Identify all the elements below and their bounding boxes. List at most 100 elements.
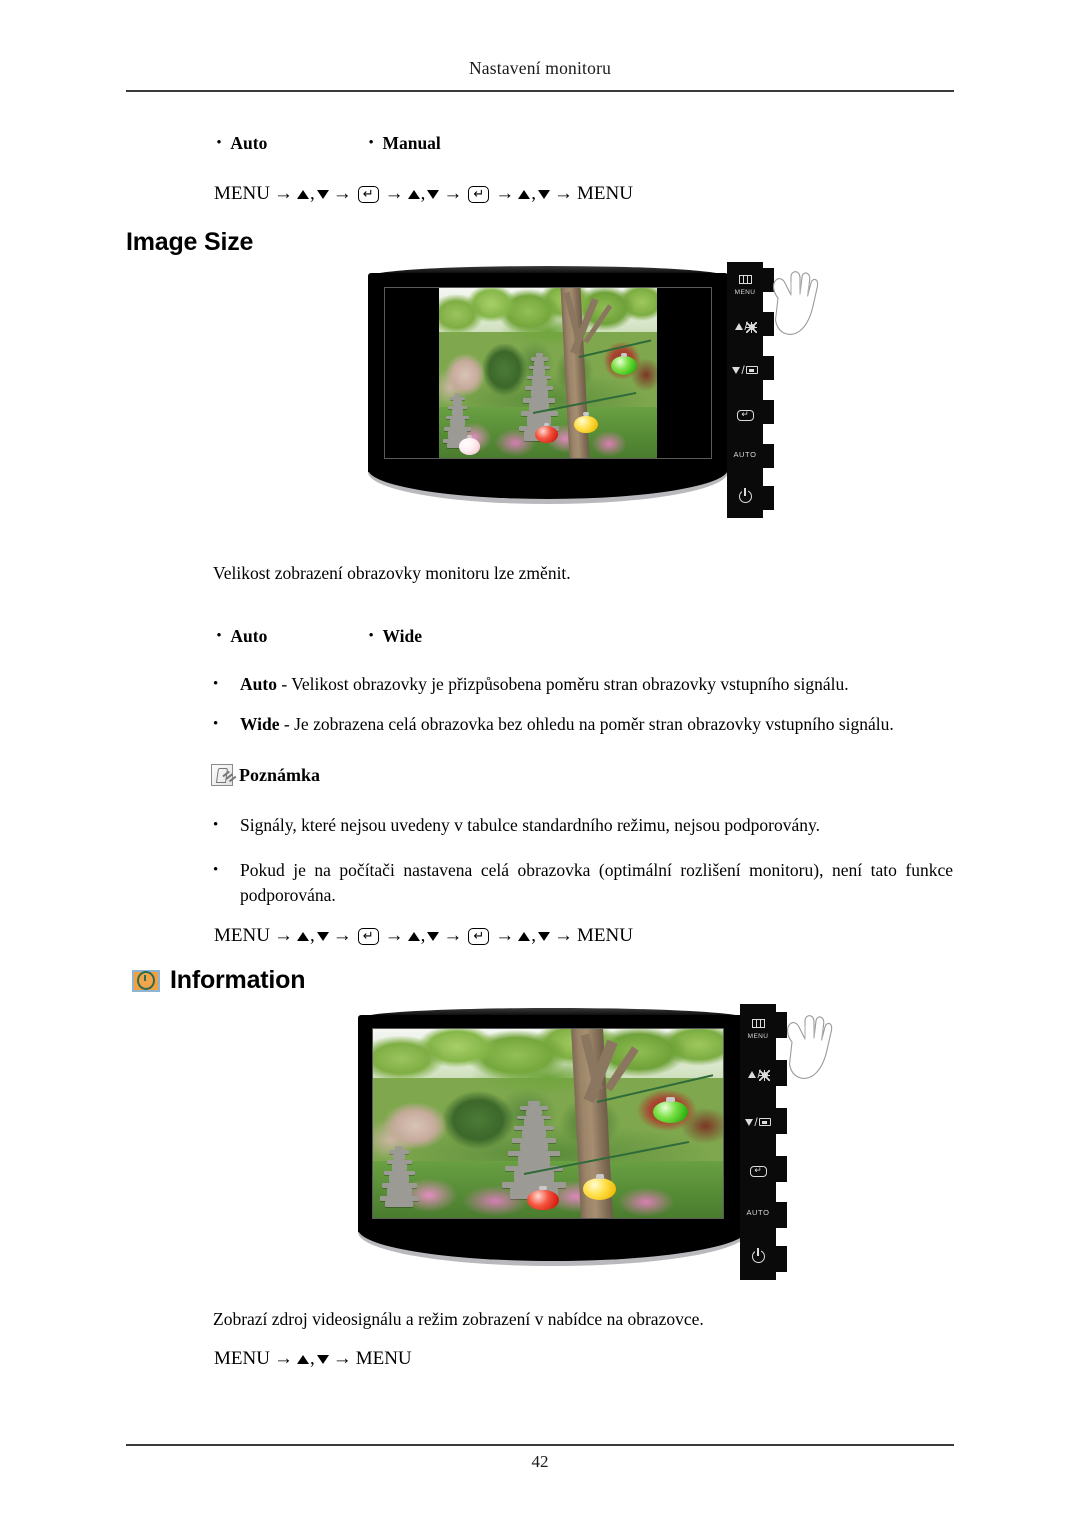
list-item: • Auto - Velikost obrazovky je přizpůsob… bbox=[213, 672, 953, 697]
panel-label-power bbox=[740, 1248, 776, 1267]
up-triangle-icon bbox=[407, 189, 420, 199]
option-auto-label: Auto bbox=[230, 626, 268, 646]
panel-label-power bbox=[727, 488, 763, 507]
note-title: Poznámka bbox=[239, 764, 320, 785]
menu-path-end: MENU bbox=[355, 1348, 412, 1369]
up-triangle-icon bbox=[407, 931, 420, 941]
header-rule bbox=[126, 90, 954, 92]
power-icon bbox=[738, 488, 752, 503]
panel-button-down[interactable] bbox=[763, 356, 774, 380]
document-page: Nastavení monitoru • Auto • Manual MENU … bbox=[0, 0, 1080, 1527]
panel-button-auto[interactable] bbox=[776, 1202, 787, 1228]
comma: , bbox=[309, 183, 315, 204]
note-list-item: • Signály, které nejsou uvedeny v tabulc… bbox=[213, 813, 953, 838]
panel-label-down: / bbox=[727, 362, 763, 378]
enter-icon: ↵ bbox=[736, 410, 754, 421]
comma: , bbox=[309, 925, 315, 946]
option-wide-label: Wide bbox=[382, 626, 422, 646]
menu-bars-icon bbox=[751, 1019, 765, 1028]
arrow-icon: → bbox=[554, 183, 574, 204]
panel-button-power[interactable] bbox=[776, 1246, 787, 1272]
panel-label-auto: AUTO bbox=[746, 1208, 770, 1217]
panel-button-up[interactable] bbox=[763, 312, 774, 336]
footer-rule bbox=[126, 1444, 954, 1446]
arrow-icon: → bbox=[554, 925, 574, 946]
information-description: Zobrazí zdroj videosignálu a režim zobra… bbox=[213, 1309, 704, 1329]
comma: , bbox=[531, 183, 537, 204]
panel-label-menu: MENU bbox=[727, 272, 763, 297]
panel-label-up: / bbox=[727, 318, 763, 334]
bullet-icon: • bbox=[216, 135, 222, 151]
enter-key-icon: ↵ bbox=[468, 185, 490, 203]
option-manual-label: Manual bbox=[382, 133, 441, 153]
arrow-icon: → bbox=[495, 183, 515, 204]
note-pencil-icon bbox=[211, 764, 233, 786]
enter-key-icon: ↵ bbox=[357, 927, 379, 945]
arrow-icon: → bbox=[495, 925, 515, 946]
down-triangle-icon bbox=[427, 189, 440, 199]
arrow-icon: → bbox=[273, 1348, 293, 1369]
note-heading: Poznámka bbox=[211, 764, 320, 786]
up-triangle-icon bbox=[296, 1354, 309, 1364]
photo-lantern-red bbox=[534, 422, 558, 443]
menu-path-2: MENU → , → ↵ → , → ↵ → , → MENU bbox=[214, 925, 633, 947]
arrow-icon: → bbox=[273, 925, 293, 946]
arrow-icon: → bbox=[384, 183, 404, 204]
monitor-screen-wide bbox=[372, 1028, 724, 1219]
panel-button-menu[interactable] bbox=[763, 268, 774, 292]
monitor-control-panel: MENU / / ↵ AUTO bbox=[740, 1004, 798, 1280]
panel-button-power[interactable] bbox=[763, 486, 774, 510]
panel-label-enter: ↵ bbox=[727, 405, 763, 421]
brightness-sun-icon bbox=[759, 1069, 771, 1081]
menu-path-3: MENU → , → MENU bbox=[214, 1348, 412, 1370]
note-item-text: Pokud je na počítači nastavena celá obra… bbox=[240, 860, 953, 905]
menu-path-start: MENU bbox=[214, 925, 270, 946]
photo-lantern-yellow bbox=[583, 1174, 617, 1201]
note-list-item: • Pokud je na počítači nastavena celá ob… bbox=[213, 858, 953, 908]
panel-button-menu[interactable] bbox=[776, 1012, 787, 1038]
up-triangle-icon bbox=[296, 931, 309, 941]
screen-photo-garden bbox=[373, 1029, 723, 1218]
enter-icon: ↵ bbox=[749, 1166, 767, 1177]
bullet-icon: • bbox=[213, 862, 219, 878]
source-icon bbox=[745, 366, 758, 374]
down-triangle-icon bbox=[316, 189, 329, 199]
panel-button-enter[interactable] bbox=[776, 1156, 787, 1182]
list-item-text: Auto - Velikost obrazovky je přizpůsoben… bbox=[240, 672, 953, 697]
panel-label-menu: MENU bbox=[740, 1016, 776, 1041]
bullet-icon: • bbox=[213, 716, 219, 732]
page-title-information: Information bbox=[170, 966, 306, 994]
monitor-screen-auto bbox=[384, 287, 712, 459]
information-icon bbox=[132, 969, 160, 992]
bullet-icon: • bbox=[368, 135, 374, 151]
photo-pagoda-small bbox=[380, 1146, 419, 1207]
comma: , bbox=[420, 925, 426, 946]
page-title-information-wrap: Information bbox=[132, 966, 305, 995]
panel-button-down[interactable] bbox=[776, 1108, 787, 1134]
page-title-image-size: Image Size bbox=[126, 228, 254, 256]
panel-button-auto[interactable] bbox=[763, 444, 774, 468]
top-options-row: • Auto • Manual bbox=[212, 133, 441, 154]
arrow-icon: → bbox=[443, 183, 463, 204]
bullet-icon: • bbox=[216, 628, 222, 644]
panel-button-enter[interactable] bbox=[763, 400, 774, 424]
running-head: Nastavení monitoru bbox=[468, 58, 612, 78]
menu-path-start: MENU bbox=[214, 183, 270, 204]
up-triangle-icon bbox=[518, 189, 531, 199]
comma: , bbox=[309, 1348, 315, 1369]
menu-path-start: MENU bbox=[214, 1348, 270, 1369]
panel-label-auto: AUTO bbox=[733, 450, 757, 459]
comma: , bbox=[420, 183, 426, 204]
dash: - bbox=[281, 674, 288, 694]
down-triangle-icon bbox=[538, 189, 551, 199]
list-item-text: Wide - Je zobrazena celá obrazovka bez o… bbox=[240, 712, 953, 737]
panel-button-up[interactable] bbox=[776, 1060, 787, 1086]
monitor-illustration-auto: MENU / / ↵ AUTO bbox=[368, 262, 819, 531]
term-wide-description: Je zobrazena celá obrazovka bez ohledu n… bbox=[294, 714, 894, 734]
arrow-icon: → bbox=[443, 925, 463, 946]
option-auto-label: Auto bbox=[230, 133, 268, 153]
power-icon bbox=[751, 1248, 765, 1263]
photo-lantern-green bbox=[611, 352, 638, 375]
image-size-options-row: • Auto • Wide bbox=[212, 626, 422, 647]
enter-key-icon: ↵ bbox=[357, 185, 379, 203]
